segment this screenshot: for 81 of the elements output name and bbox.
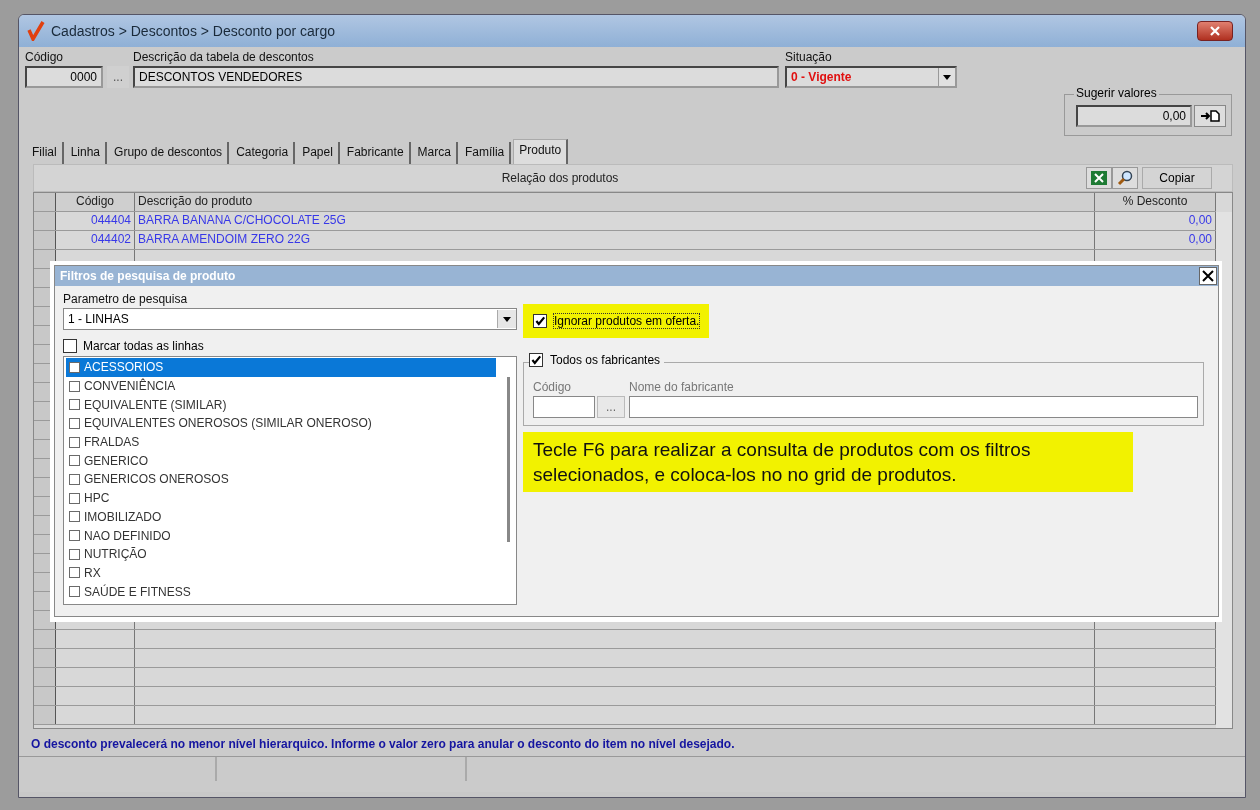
table-cell: 044402: [56, 231, 135, 249]
list-item[interactable]: EQUIVALENTE (SIMILAR): [84, 397, 227, 412]
checkbox[interactable]: [69, 511, 80, 523]
close-button[interactable]: [1197, 21, 1233, 41]
dropdown-field[interactable]: 1 - LINHAS: [63, 308, 517, 330]
input-field[interactable]: 0000: [25, 66, 103, 88]
row-header[interactable]: [34, 630, 56, 648]
search-button[interactable]: [1112, 167, 1138, 189]
checkbox[interactable]: [69, 586, 80, 598]
table-cell: BARRA BANANA C/CHOCOLATE 25G: [135, 212, 1095, 230]
row-header[interactable]: [34, 706, 56, 724]
row-header[interactable]: [34, 250, 56, 268]
grid-title: Relação dos produtos: [500, 171, 620, 185]
excel-export-button[interactable]: [1086, 167, 1112, 189]
lookup-button[interactable]: ...: [597, 396, 625, 418]
list-item[interactable]: NAO DEFINIDO: [84, 528, 171, 543]
list-item[interactable]: HPC: [84, 491, 110, 506]
checkbox[interactable]: [63, 339, 77, 353]
list-item[interactable]: NUTRIÇÃO: [84, 547, 147, 562]
window-title: Cadastros > Descontos > Desconto por cargo: [51, 23, 337, 39]
checkbox[interactable]: [69, 380, 80, 392]
field-label: Nome do fabricante: [629, 380, 735, 394]
checkbox[interactable]: [533, 314, 547, 328]
dialog-title: Filtros de pesquisa de produto: [60, 269, 236, 283]
list-item[interactable]: IMOBILIZADO: [84, 509, 162, 524]
field-label: Código: [533, 380, 573, 394]
search-icon: [1117, 170, 1133, 186]
checkbox[interactable]: [69, 492, 80, 504]
list-item[interactable]: RX: [84, 565, 101, 580]
input-field[interactable]: [533, 396, 595, 418]
list-item[interactable]: ACESSORIOS: [84, 360, 164, 375]
field-label: Código: [25, 50, 65, 64]
field-label: Parametro de pesquisa: [63, 292, 189, 306]
close-button[interactable]: [1199, 267, 1217, 285]
list-item[interactable]: GENERICO: [84, 453, 148, 468]
list-item[interactable]: EQUIVALENTES ONEROSOS (SIMILAR ONEROSO): [84, 416, 372, 431]
close-icon: [1202, 270, 1214, 282]
spreadsheet-icon: [1091, 171, 1107, 185]
row-header[interactable]: [34, 668, 56, 686]
apply-button[interactable]: [1194, 105, 1226, 127]
dropdown-field[interactable]: 0 - Vigente: [785, 66, 957, 88]
checkbox[interactable]: [529, 353, 543, 367]
checkbox[interactable]: [69, 548, 80, 560]
list-item[interactable]: FRALDAS: [84, 435, 140, 450]
checkbox[interactable]: [69, 417, 80, 429]
table-cell: 044404: [56, 212, 135, 230]
column-header: Código: [56, 193, 135, 211]
status-message: O desconto prevalecerá no menor nível hierarquico. Informe o valor zero para anular o desconto do item no nível desejado.: [30, 737, 736, 751]
input-field[interactable]: 0,00: [1076, 105, 1192, 127]
close-icon: [1209, 25, 1221, 36]
checkbox[interactable]: [69, 436, 80, 448]
list-item[interactable]: CONVENIÊNCIA: [84, 379, 176, 394]
checkbox[interactable]: [69, 567, 80, 579]
row-header[interactable]: [34, 687, 56, 705]
hint-note: Tecle F6 para realizar a consulta de produtos com os filtros selecionados, e coloca-los no no grid de produtos.: [523, 432, 1133, 492]
copy-button[interactable]: Copiar: [1142, 167, 1212, 189]
field-label: Descrição da tabela de descontos: [133, 50, 315, 64]
input-field[interactable]: DESCONTOS VENDEDORES: [133, 66, 779, 88]
checkbox[interactable]: [69, 473, 80, 485]
list-item[interactable]: SAÚDE E FITNESS: [84, 584, 191, 599]
checkbox[interactable]: [69, 361, 80, 373]
tab[interactable]: Produto: [513, 139, 569, 164]
check-logo-icon: [27, 21, 45, 41]
lookup-button[interactable]: ...: [107, 66, 129, 88]
checkbox[interactable]: [69, 455, 80, 467]
checkbox-label[interactable]: Ignorar produtos em oferta.: [554, 314, 700, 328]
table-cell: BARRA AMENDOIM ZERO 22G: [135, 231, 1095, 249]
field-label: Situação: [785, 50, 833, 64]
input-field[interactable]: [629, 396, 1198, 418]
row-header[interactable]: [34, 649, 56, 667]
group-label: Sugerir valores: [1074, 86, 1159, 100]
list-item[interactable]: GENERICOS ONEROSOS: [84, 472, 229, 487]
row-header[interactable]: [34, 231, 56, 249]
column-header: % Desconto: [1095, 193, 1216, 211]
row-header[interactable]: [34, 212, 56, 230]
lines-list[interactable]: ACESSORIOS CONVENIÊNCIA EQUIVALENTE (SIMILAR) EQUIVALENTES ONEROSOS (SIMILAR ONEROSO) FRALDAS GENERICO GENERICOS ONEROSOS HPC IMOBILIZADO NAO DEFINIDO NUTRIÇÃO RX SAÚDE E FITNESS: [63, 356, 517, 605]
arrow-into-page-icon: [1200, 110, 1220, 122]
checkbox[interactable]: [69, 530, 80, 542]
column-header: Descrição do produto: [135, 193, 1095, 211]
checkbox-label[interactable]: Marcar todas as linhas: [83, 339, 204, 353]
checkbox[interactable]: [69, 399, 80, 411]
